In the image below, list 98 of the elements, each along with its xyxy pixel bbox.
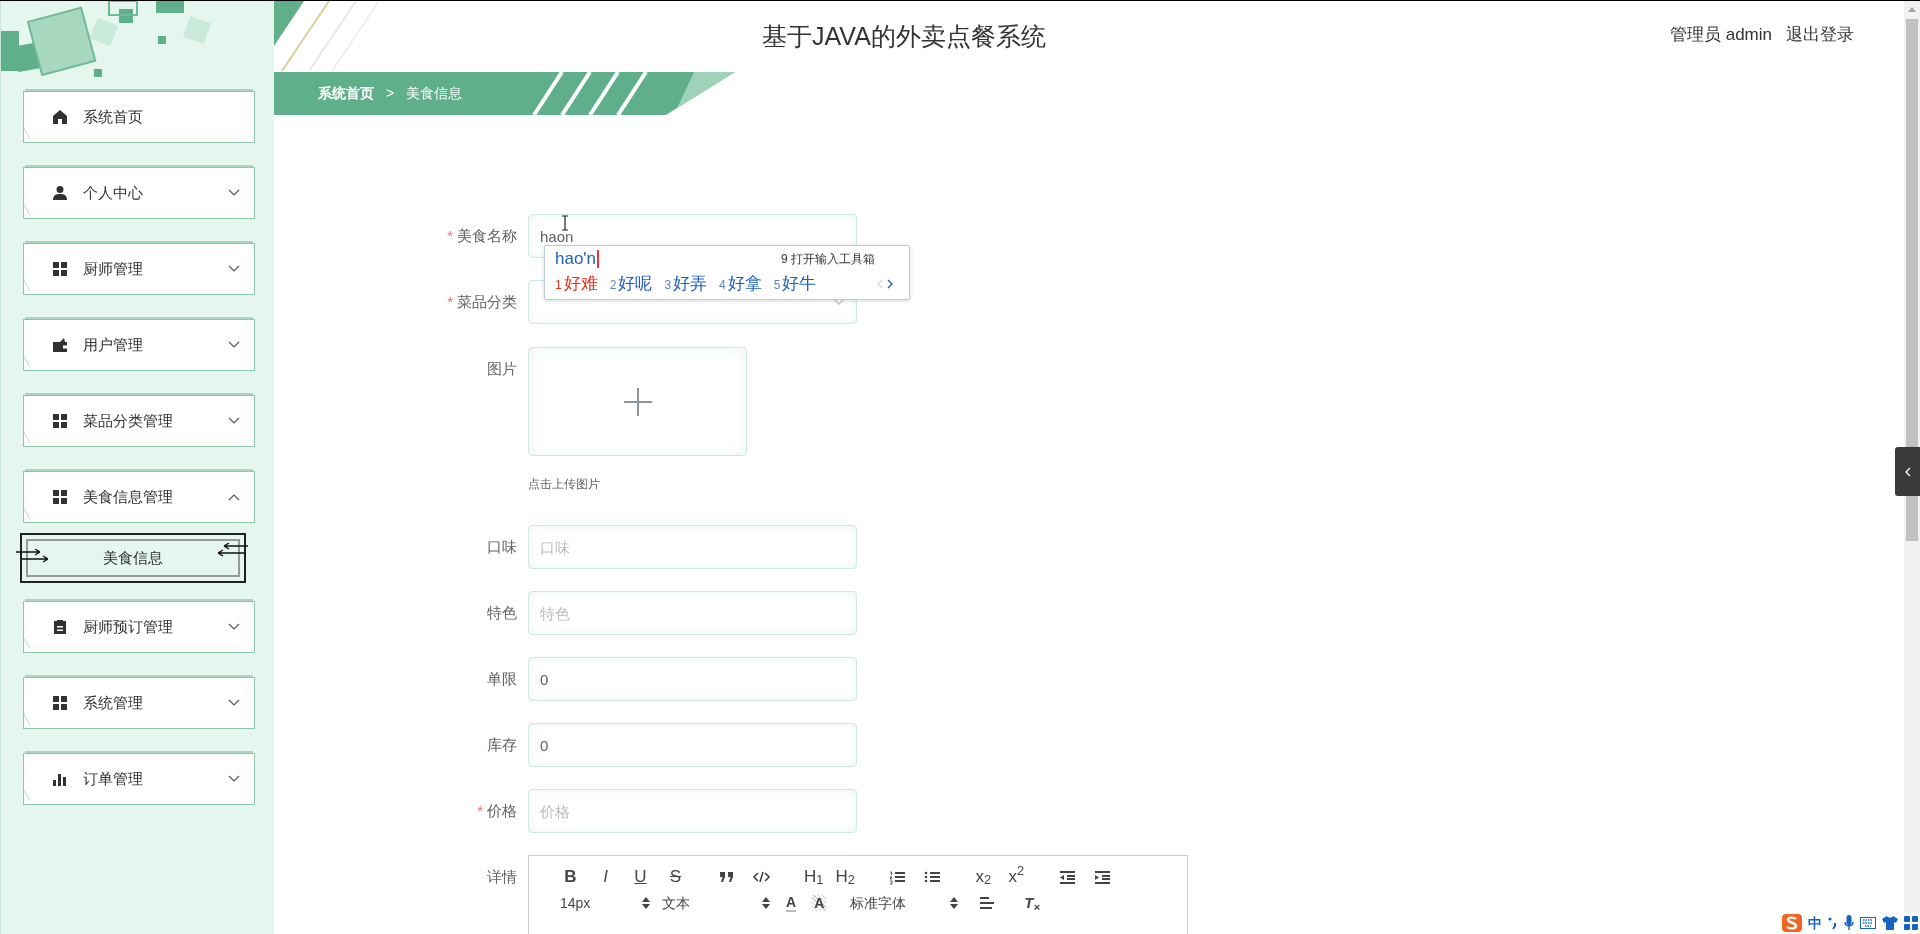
chevron-icon <box>228 341 240 349</box>
chevron-icon <box>228 493 240 501</box>
arrow-left-icon <box>216 543 248 557</box>
collapse-handle[interactable] <box>1895 447 1920 496</box>
indent-icon <box>1093 869 1111 885</box>
admin-label: 管理员 admin <box>1669 23 1772 46</box>
required-mark: * <box>447 291 453 312</box>
menu-item[interactable]: 用户管理 <box>23 319 255 371</box>
toolbar-button[interactable]: B <box>562 866 579 888</box>
ime-composition: hao'n <box>555 250 600 268</box>
toolbar-button[interactable]: U <box>632 866 649 888</box>
text-input[interactable]: 价格 <box>528 789 857 833</box>
text-input[interactable]: 特色 <box>528 591 857 635</box>
field-label: 美食名称 <box>457 225 517 246</box>
chevron-icon <box>228 189 240 197</box>
field-label: 图片 <box>487 358 517 379</box>
ime-candidate[interactable]: 2好呢 <box>609 271 653 297</box>
chevron-left-icon <box>1904 466 1911 477</box>
chevron-icon <box>228 417 240 425</box>
toolbar-select[interactable]: 标准字体 <box>850 892 959 914</box>
field-label: 菜品分类 <box>457 291 517 312</box>
chevron-left-icon <box>877 279 883 289</box>
grid-icon <box>52 413 68 429</box>
shirt-icon <box>1882 916 1898 930</box>
chevron-right-icon <box>887 279 893 289</box>
chevron-icon <box>228 623 240 631</box>
menu-item[interactable]: 个人中心 <box>23 167 255 219</box>
wallet-icon <box>52 337 68 353</box>
toolbar-button[interactable]: x$_{2}$ <box>974 866 992 888</box>
align-button[interactable] <box>980 896 995 910</box>
upload-hint: 点击上传图片 <box>528 476 601 492</box>
menu-item[interactable]: 菜品分类管理 <box>23 395 255 447</box>
ime-mode-indicator[interactable]: 中 <box>1808 912 1822 934</box>
microphone-icon <box>1844 915 1854 931</box>
punctuation-icon <box>1828 916 1838 930</box>
toolbar-button[interactable]: H$_{1}$ <box>804 866 824 888</box>
ime-candidate[interactable]: 5好牛 <box>773 271 817 297</box>
grid-icon <box>52 261 68 277</box>
toolbar-select[interactable]: 文本 <box>662 892 770 914</box>
scrollbar[interactable] <box>1904 1 1920 447</box>
field-label: 单限 <box>487 668 517 689</box>
quote-icon <box>718 869 735 885</box>
bullet-list-icon <box>923 869 941 885</box>
bar-chart-icon <box>52 771 68 787</box>
chevron-icon <box>228 699 240 707</box>
ime-candidate[interactable]: 3好弄 <box>664 271 708 297</box>
field-label: 口味 <box>487 536 517 557</box>
chevron-icon <box>228 775 240 783</box>
page-title: 基于JAVA的外卖点餐系统 <box>762 20 1046 52</box>
code-icon <box>753 869 770 885</box>
logout-link[interactable]: 退出登录 <box>1786 21 1854 48</box>
required-mark: * <box>447 225 453 246</box>
text-input[interactable]: 0 <box>528 657 857 701</box>
sort-caret-icon <box>642 897 650 909</box>
scrollbar-thumb[interactable] <box>1906 496 1918 541</box>
menu-item[interactable]: 厨师预订管理 <box>23 601 255 653</box>
field-label: 详情 <box>487 866 517 887</box>
sort-caret-icon <box>762 897 770 909</box>
menu-item[interactable]: 美食信息管理 <box>23 471 255 523</box>
user-icon <box>52 185 68 201</box>
home-icon <box>52 109 68 125</box>
menu-item[interactable]: 系统管理 <box>23 677 255 729</box>
required-mark: * <box>477 800 483 821</box>
toolbar-select[interactable]: 14px <box>560 892 650 914</box>
toolbar-button[interactable]: H$_{2}$ <box>835 866 855 888</box>
keyboard-icon <box>1860 917 1876 929</box>
sort-caret-icon <box>950 897 959 909</box>
outdent-icon <box>1058 869 1076 885</box>
align-left-icon <box>980 896 995 910</box>
text-input[interactable]: 口味 <box>528 525 857 569</box>
ordered-list-icon <box>888 869 906 885</box>
background-color-button[interactable]: A <box>812 895 827 911</box>
text-input[interactable]: 0 <box>528 723 857 767</box>
toolbar-button[interactable]: x$^{2}$ <box>1007 866 1025 888</box>
menu-item[interactable]: 厨师管理 <box>23 243 255 295</box>
grid-icon <box>52 489 68 505</box>
scrollbar-thumb[interactable] <box>1906 19 1918 447</box>
ime-candidate[interactable]: 4好拿 <box>719 271 762 297</box>
clipboard-icon <box>52 619 68 635</box>
toolbar-button[interactable]: S <box>667 866 684 888</box>
scroll-up-icon <box>1908 7 1916 12</box>
toolbar-button[interactable]: I <box>597 866 614 888</box>
text-cursor-icon <box>561 215 569 231</box>
menu-item[interactable]: 订单管理 <box>23 753 255 805</box>
grid-icon <box>52 695 68 711</box>
field-label: 库存 <box>487 734 517 755</box>
field-label: 价格 <box>487 800 517 821</box>
chevron-icon <box>228 265 240 273</box>
font-color-button[interactable]: A <box>786 894 797 912</box>
rich-text-editor[interactable]: B I U S H$_{1}$ H$_{2}$ x$_{2}$ x$^{2}$ 14px 文本 A A 标准字体 T$_{×}$ <box>528 855 1188 934</box>
plus-icon <box>622 386 653 417</box>
clear-format-button[interactable]: T$_{×}$ <box>1024 891 1040 915</box>
ime-candidate[interactable]: 1 好难 <box>555 271 598 297</box>
menu-item[interactable]: 系统首页 <box>23 91 255 143</box>
field-label: 特色 <box>487 602 517 623</box>
breadcrumb-separator: > <box>386 84 395 103</box>
arrow-right-icon <box>16 549 50 563</box>
grid-icon <box>1904 916 1918 930</box>
